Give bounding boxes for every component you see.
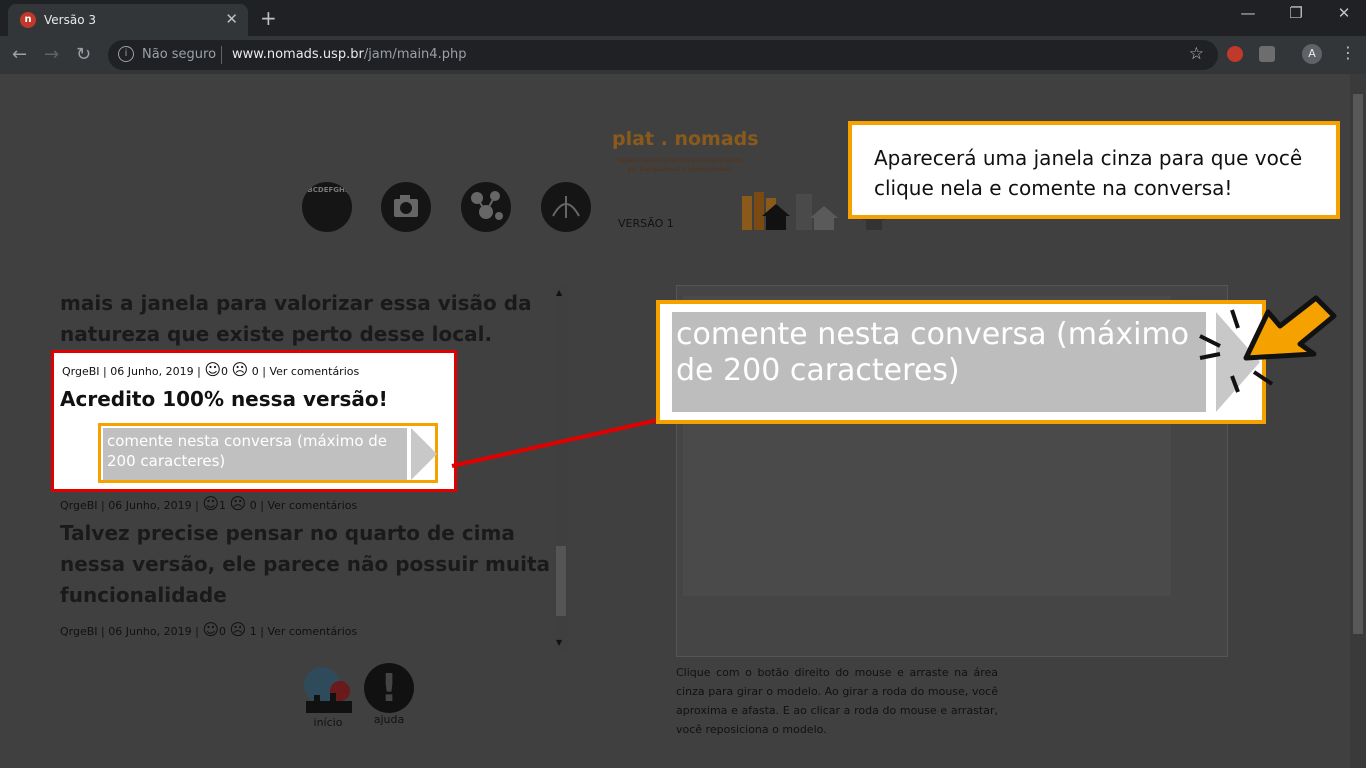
zoomed-comment-field[interactable]: comente nesta conversa (máximo de 200 ca… (672, 312, 1206, 412)
zoomed-comment-input: comente nesta conversa (máximo de 200 ca… (656, 300, 1266, 424)
tutorial-callout: Aparecerá uma janela cinza para que você… (848, 121, 1340, 219)
click-pointer-icon (1199, 295, 1337, 393)
callout-text: Aparecerá uma janela cinza para que você… (874, 146, 1303, 200)
